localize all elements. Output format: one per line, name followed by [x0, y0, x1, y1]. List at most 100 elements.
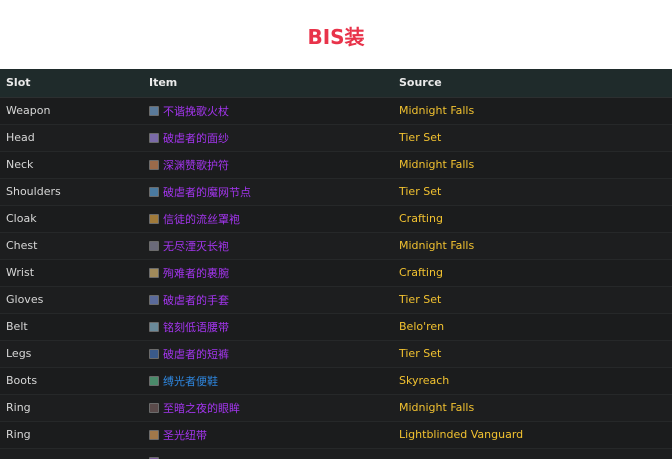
table-row: Cloak 信徒的流丝罩袍 Crafting [0, 205, 672, 232]
item-cell: 深渊赞歌护符 [143, 151, 393, 178]
item-wrapper: 铭刻低语腰带 [149, 319, 393, 335]
source-cell: Tier Set [399, 293, 442, 306]
slot-cell: Cloak [6, 212, 37, 225]
item-icon[interactable] [149, 429, 159, 440]
table-row: Head 破虐者的面纱 Tier Set [0, 124, 672, 151]
item-cell: 不谐挽歌火杖 [143, 97, 393, 124]
item-link[interactable]: 信徒的流丝罩袍 [163, 211, 240, 227]
table-row: Wrist 殉难者的裹腕 Crafting [0, 259, 672, 286]
item-link[interactable]: 不谐挽歌火杖 [163, 103, 229, 119]
item-cell: 至暗之夜的眼眸 [143, 394, 393, 421]
slot-cell: Head [6, 131, 35, 144]
slot-cell [0, 448, 143, 459]
item-link[interactable]: 深渊赞歌护符 [163, 157, 229, 173]
item-icon[interactable] [149, 105, 159, 116]
item-cell: 铭刻低语腰带 [143, 313, 393, 340]
table-row: Shoulders 破虐者的魔网节点 Tier Set [0, 178, 672, 205]
table-row: Ring 圣光纽带 Lightblinded Vanguard [0, 421, 672, 448]
item-wrapper: 无尽湮灭长袍 [149, 238, 393, 254]
source-cell: Crafting [399, 212, 443, 225]
page-title: BIS装 [307, 25, 365, 49]
item-wrapper: 不谐挽歌火杖 [149, 103, 393, 119]
table-header: Slot Item Source [0, 69, 672, 98]
source-cell: Crafting [399, 266, 443, 279]
item-icon[interactable] [149, 159, 159, 170]
bis-gear-page: BIS装 Slot Item Source Weapon 不谐挽歌火杖 Midnig… [0, 0, 672, 459]
slot-cell: Weapon [6, 104, 51, 117]
item-cell: 殉难者的裹腕 [143, 259, 393, 286]
table-row: Legs 破虐者的短裤 Tier Set [0, 340, 672, 367]
table-row: Neck 深渊赞歌护符 Midnight Falls [0, 151, 672, 178]
item-link[interactable]: 铭刻低语腰带 [163, 319, 229, 335]
item-cell: 破虐者的魔网节点 [143, 178, 393, 205]
column-header-slot[interactable]: Slot [0, 69, 143, 98]
source-cell: Midnight Falls [399, 104, 475, 117]
item-wrapper: 破虐者的短裤 [149, 346, 393, 362]
slot-cell: Neck [6, 158, 34, 171]
source-cell: Tier Set [399, 131, 442, 144]
item-wrapper: 深渊赞歌护符 [149, 157, 393, 173]
item-icon[interactable] [149, 402, 159, 413]
item-wrapper: 破虐者的面纱 [149, 130, 393, 146]
item-icon[interactable] [149, 213, 159, 224]
item-cell [143, 448, 393, 459]
table-row: Ring 至暗之夜的眼眸 Midnight Falls [0, 394, 672, 421]
table-row: Gloves 破虐者的手套 Tier Set [0, 286, 672, 313]
source-cell: Lightblinded Vanguard [399, 428, 524, 441]
item-cell: 破虐者的面纱 [143, 124, 393, 151]
item-wrapper: 信徒的流丝罩袍 [149, 211, 393, 227]
item-icon[interactable] [149, 240, 159, 251]
item-icon[interactable] [149, 321, 159, 332]
item-icon[interactable] [149, 132, 159, 143]
item-wrapper: 圣光纽带 [149, 427, 393, 443]
item-link[interactable]: 圣光纽带 [163, 427, 207, 443]
slot-cell: Gloves [6, 293, 44, 306]
item-link[interactable]: 无尽湮灭长袍 [163, 238, 229, 254]
source-cell: Tier Set [399, 347, 442, 360]
item-cell: 破虐者的短裤 [143, 340, 393, 367]
slot-cell: Legs [6, 347, 32, 360]
item-wrapper: 殉难者的裹腕 [149, 265, 393, 281]
bis-gear-table: Slot Item Source Weapon 不谐挽歌火杖 Midnight Fa… [0, 69, 672, 459]
item-icon[interactable] [149, 186, 159, 197]
slot-cell: Belt [6, 320, 28, 333]
item-wrapper: 破虐者的魔网节点 [149, 184, 393, 200]
source-cell: Tier Set [399, 185, 442, 198]
item-link[interactable]: 破虐者的手套 [163, 292, 229, 308]
item-cell: 破虐者的手套 [143, 286, 393, 313]
item-cell: 圣光纽带 [143, 421, 393, 448]
source-cell [393, 448, 672, 459]
table-row [0, 448, 672, 459]
item-icon[interactable] [149, 375, 159, 386]
item-icon[interactable] [149, 294, 159, 305]
column-header-source[interactable]: Source [393, 69, 672, 98]
source-cell: Skyreach [399, 374, 450, 387]
item-link[interactable]: 至暗之夜的眼眸 [163, 400, 240, 416]
item-cell: 无尽湮灭长袍 [143, 232, 393, 259]
item-link[interactable]: 破虐者的魔网节点 [163, 184, 251, 200]
slot-cell: Ring [6, 428, 31, 441]
table-row: Chest 无尽湮灭长袍 Midnight Falls [0, 232, 672, 259]
slot-cell: Ring [6, 401, 31, 414]
item-wrapper: 至暗之夜的眼眸 [149, 400, 393, 416]
table-header-row: Slot Item Source [0, 69, 672, 98]
item-link[interactable]: 缚光者便鞋 [163, 373, 218, 389]
table-body: Weapon 不谐挽歌火杖 Midnight Falls Head 破虐者的面纱 Tier… [0, 97, 672, 459]
column-header-item[interactable]: Item [143, 69, 393, 98]
slot-cell: Shoulders [6, 185, 61, 198]
table-row: Belt 铭刻低语腰带 Belo'ren [0, 313, 672, 340]
table-row: Weapon 不谐挽歌火杖 Midnight Falls [0, 97, 672, 124]
slot-cell: Chest [6, 239, 38, 252]
slot-cell: Wrist [6, 266, 35, 279]
table-row: Boots 缚光者便鞋 Skyreach [0, 367, 672, 394]
item-cell: 缚光者便鞋 [143, 367, 393, 394]
item-icon[interactable] [149, 348, 159, 359]
item-link[interactable]: 殉难者的裹腕 [163, 265, 229, 281]
item-wrapper: 缚光者便鞋 [149, 373, 393, 389]
source-cell: Midnight Falls [399, 158, 475, 171]
source-cell: Belo'ren [399, 320, 445, 333]
slot-cell: Boots [6, 374, 38, 387]
item-link[interactable]: 破虐者的面纱 [163, 130, 229, 146]
item-icon[interactable] [149, 267, 159, 278]
item-link[interactable]: 破虐者的短裤 [163, 346, 229, 362]
